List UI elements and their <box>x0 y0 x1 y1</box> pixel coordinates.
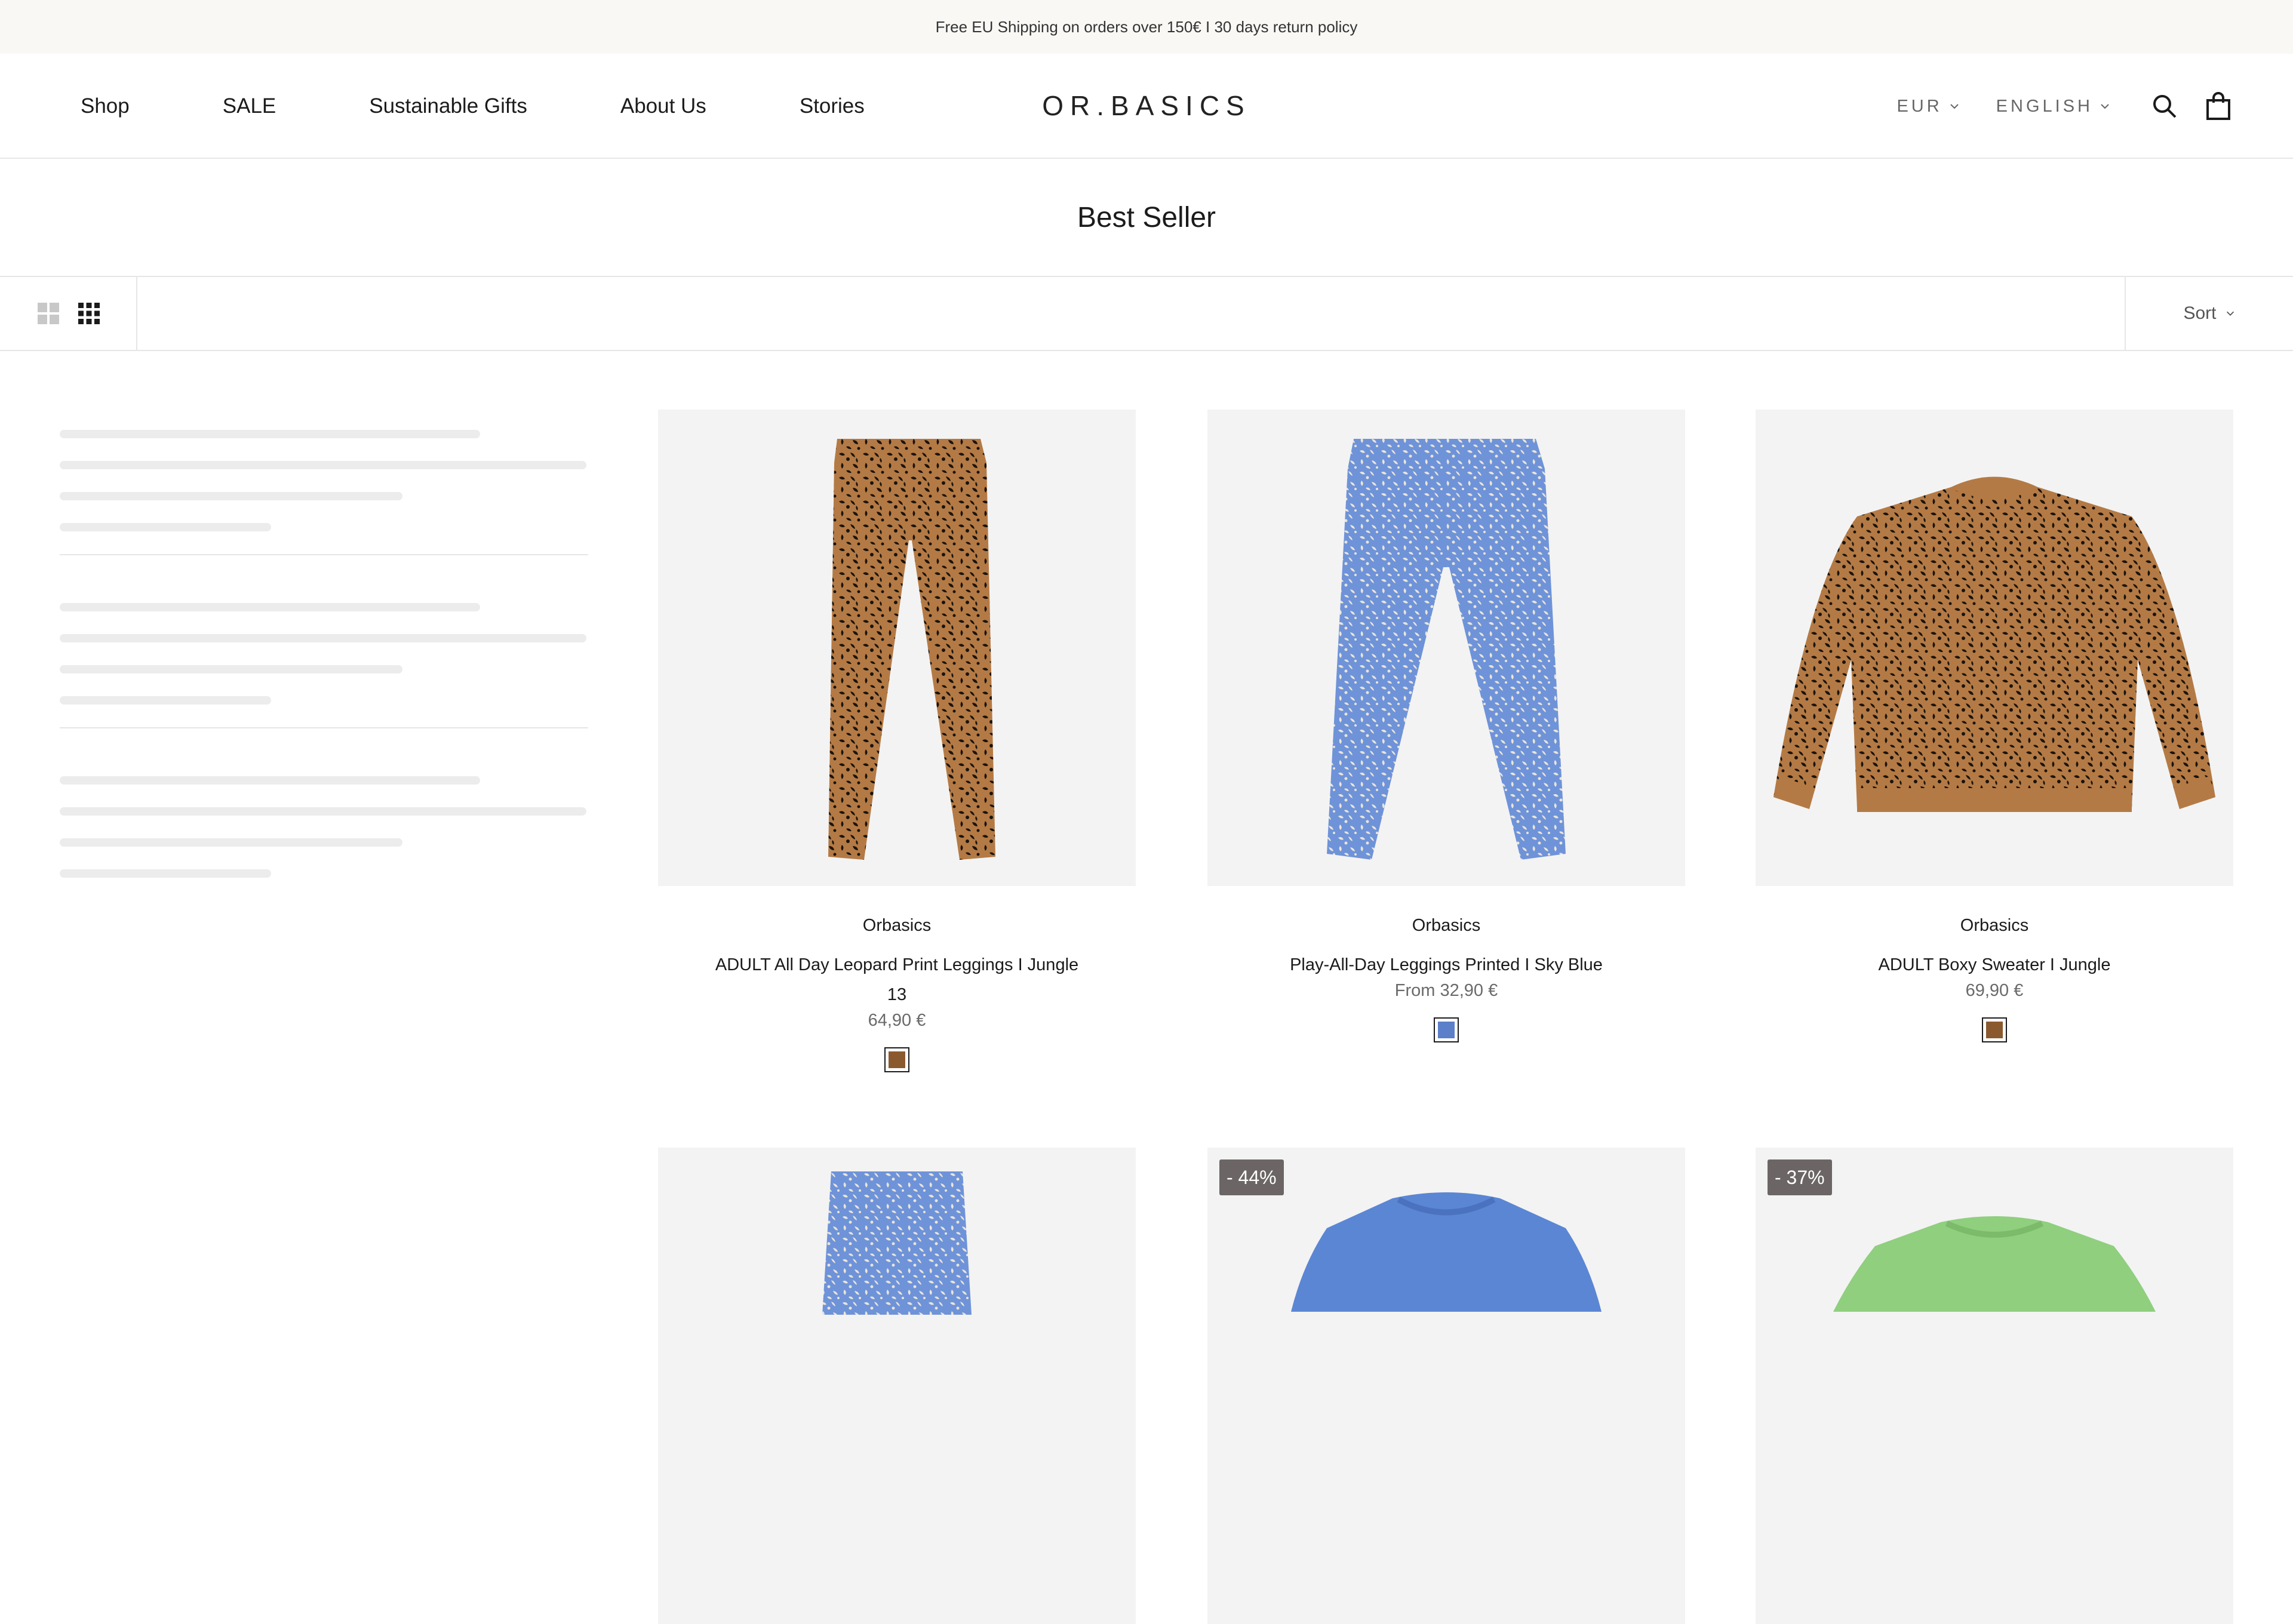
announcement-text: Free EU Shipping on orders over 150€ I 3… <box>935 17 1358 36</box>
filter-sidebar-skeleton <box>60 430 588 900</box>
skeleton-line <box>60 776 480 785</box>
product-card[interactable]: Orbasics Play-All-Day Leggings Printed I… <box>1207 410 1685 1042</box>
sort-label: Sort <box>2183 303 2217 323</box>
cart-button[interactable] <box>2200 88 2236 124</box>
nav-about-us[interactable]: About Us <box>620 94 706 118</box>
skeleton-line <box>60 492 402 500</box>
sweatshirt-image <box>1833 1216 2156 1312</box>
announcement-bar: Free EU Shipping on orders over 150€ I 3… <box>0 0 2293 54</box>
sweatshirt-image <box>1291 1192 1602 1312</box>
skeleton-line <box>60 461 586 469</box>
discount-badge: - 44% <box>1219 1159 1284 1195</box>
product-card[interactable] <box>658 1148 1136 1624</box>
page-title: Best Seller <box>1077 201 1216 233</box>
nav-shop[interactable]: Shop <box>81 94 130 118</box>
grid-2-icon <box>38 303 59 324</box>
product-card[interactable]: - 37% <box>1756 1148 2233 1624</box>
language-selector[interactable]: ENGLISH <box>1996 97 2111 116</box>
divider <box>60 727 588 728</box>
product-card[interactable]: Orbasics ADULT Boxy Sweater I Jungle 69,… <box>1756 410 2233 1042</box>
language-label: ENGLISH <box>1996 96 2093 116</box>
product-image[interactable]: - 44% <box>1207 1148 1685 1624</box>
chevron-down-icon <box>1950 104 1959 109</box>
color-swatch[interactable] <box>884 1047 909 1072</box>
product-title-line: 13 <box>887 985 907 1004</box>
sort-button[interactable]: Sort <box>2125 277 2293 350</box>
filter-group-skeleton <box>60 430 588 531</box>
site-header: Shop SALE Sustainable Gifts About Us Sto… <box>0 54 2293 159</box>
chevron-down-icon <box>2101 104 2109 109</box>
nav-sustainable-gifts[interactable]: Sustainable Gifts <box>369 94 527 118</box>
grid-3-button[interactable] <box>76 301 102 326</box>
product-image[interactable]: - 37% <box>1756 1148 2233 1624</box>
skeleton-line <box>60 807 586 816</box>
currency-selector[interactable]: EUR <box>1897 97 1960 116</box>
header-actions: EUR ENGLISH <box>1897 54 2293 159</box>
product-vendor: Orbasics <box>1412 916 1481 935</box>
filter-group-skeleton <box>60 603 588 705</box>
product-title-line: ADULT Boxy Sweater I Jungle <box>1878 955 2111 974</box>
leggings-image <box>828 439 995 860</box>
collection-toolbar: Sort <box>0 277 2293 351</box>
divider <box>60 554 588 555</box>
skeleton-line <box>60 634 586 642</box>
currency-label: EUR <box>1897 96 1942 116</box>
skeleton-line <box>60 430 480 438</box>
product-title-line: ADULT All Day Leopard Print Leggings I J… <box>715 955 1079 974</box>
product-image[interactable] <box>658 410 1136 886</box>
product-vendor: Orbasics <box>1960 916 2029 935</box>
skeleton-line <box>60 523 271 531</box>
grid-2-button[interactable] <box>36 301 61 326</box>
product-image[interactable] <box>658 1148 1136 1624</box>
layout-switcher <box>0 277 137 350</box>
discount-badge: - 37% <box>1768 1159 1832 1195</box>
skeleton-line <box>60 665 402 673</box>
product-price: From 32,90 € <box>1394 981 1498 1000</box>
chevron-down-icon <box>2226 311 2234 316</box>
product-vendor: Orbasics <box>862 916 932 935</box>
product-card[interactable]: Orbasics ADULT All Day Leopard Print Leg… <box>658 410 1136 1072</box>
search-icon <box>2153 95 2177 118</box>
product-title-line: Play-All-Day Leggings Printed I Sky Blue <box>1290 955 1603 974</box>
color-swatch[interactable] <box>1982 1017 2007 1042</box>
skeleton-line <box>60 869 271 878</box>
nav-stories[interactable]: Stories <box>800 94 865 118</box>
product-card[interactable]: - 44% <box>1207 1148 1685 1624</box>
filter-group-skeleton <box>60 776 588 878</box>
product-image[interactable] <box>1207 410 1685 886</box>
shopping-bag-icon <box>2206 92 2230 120</box>
product-title[interactable]: ADULT All Day Leopard Print Leggings I J… <box>658 949 1136 1011</box>
collection-header: Best Seller <box>0 159 2293 277</box>
sweater-image <box>1773 476 2215 812</box>
nav-sale[interactable]: SALE <box>223 94 276 118</box>
product-price: 64,90 € <box>868 1011 926 1030</box>
grid-3-icon <box>78 303 100 324</box>
search-button[interactable] <box>2147 88 2183 124</box>
shorts-image <box>822 1171 972 1315</box>
skeleton-line <box>60 838 402 847</box>
skeleton-line <box>60 696 271 705</box>
skeleton-line <box>60 603 480 611</box>
product-image[interactable] <box>1756 410 2233 886</box>
main-nav: Shop SALE Sustainable Gifts About Us Sto… <box>81 54 958 159</box>
color-swatch[interactable] <box>1434 1017 1459 1042</box>
product-title[interactable]: Play-All-Day Leggings Printed I Sky Blue <box>1207 949 1685 981</box>
product-title[interactable]: ADULT Boxy Sweater I Jungle <box>1756 949 2233 981</box>
logo[interactable]: OR.BASICS <box>1042 90 1251 122</box>
product-price: 69,90 € <box>1965 981 2024 1000</box>
leggings-image <box>1327 439 1566 860</box>
